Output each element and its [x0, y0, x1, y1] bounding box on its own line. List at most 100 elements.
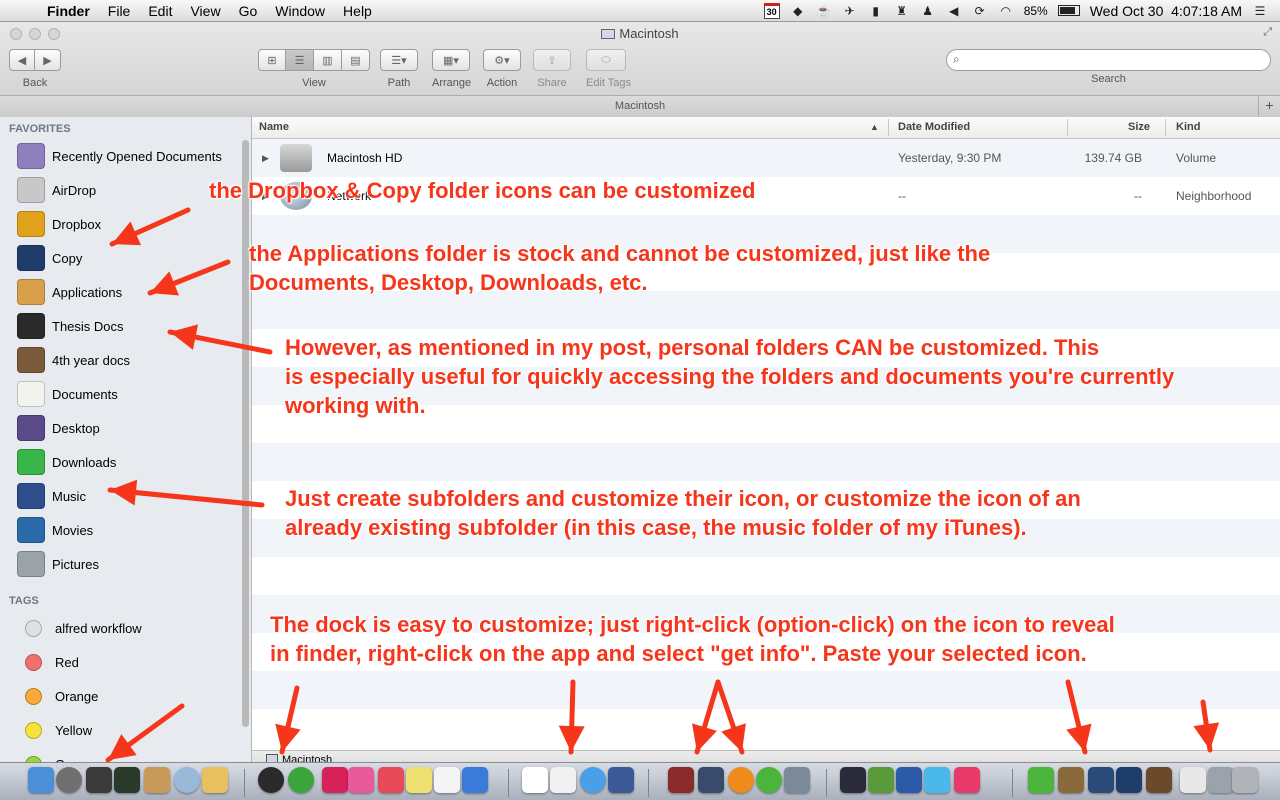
edit-tags-button[interactable]: ⬭ — [586, 49, 626, 71]
briefcase-folder-icon[interactable] — [1058, 767, 1084, 793]
documents-stack-icon[interactable] — [1180, 767, 1206, 793]
date-column-header[interactable]: Date Modified — [898, 121, 970, 133]
tag-item-red[interactable]: Red — [0, 645, 251, 679]
copy-folder-icon[interactable] — [1116, 767, 1142, 793]
utorrent-folder-icon[interactable] — [1028, 767, 1054, 793]
books-folder-icon[interactable] — [1146, 767, 1172, 793]
arrange-button[interactable]: ▦▾ — [432, 49, 470, 71]
sync-status-icon[interactable]: ⟳ — [972, 4, 988, 18]
list-view-button[interactable]: ☰ — [286, 49, 314, 71]
forward-button[interactable]: ▶ — [35, 49, 61, 71]
photo-app-icon[interactable] — [202, 767, 228, 793]
user-status-icon[interactable]: ♟ — [920, 4, 936, 18]
facebook-icon[interactable] — [608, 767, 634, 793]
name-column-header[interactable]: Name — [259, 121, 289, 133]
fullscreen-icon[interactable]: ⤢ — [1263, 26, 1272, 39]
calendar-status-icon[interactable]: 30 — [763, 2, 780, 19]
coverflow-view-button[interactable]: ▤ — [342, 49, 370, 71]
menu-file[interactable]: File — [99, 0, 140, 22]
volume-status-icon[interactable]: ◀ — [946, 4, 962, 18]
menu-edit[interactable]: Edit — [139, 0, 181, 22]
tag-item-alfred-workflow[interactable]: alfred workflow — [0, 611, 251, 645]
network-folder-icon[interactable] — [698, 767, 724, 793]
network-radar-icon[interactable] — [174, 767, 200, 793]
sidebar-item-recently-opened-documents[interactable]: Recently Opened Documents — [0, 139, 251, 173]
tag-item-orange[interactable]: Orange — [0, 679, 251, 713]
dropbox-status-icon[interactable]: ◆ — [790, 4, 806, 18]
menu-go[interactable]: Go — [230, 0, 267, 22]
dock-separator — [826, 769, 827, 797]
activity-monitor-icon[interactable] — [114, 767, 140, 793]
menu-finder[interactable]: Finder — [38, 0, 99, 22]
sidebar-item-label: Movies — [52, 522, 94, 538]
messages-icon[interactable] — [580, 767, 606, 793]
view-group: ⊞ ☰ ▥ ▤ View — [258, 49, 370, 89]
share-button[interactable]: ⇪ — [533, 49, 571, 71]
table-row[interactable]: ▶ Macintosh HD Yesterday, 9:30 PM 139.74 GB… — [252, 139, 1280, 177]
new-tab-button[interactable]: + — [1258, 95, 1280, 117]
save-app-icon[interactable] — [462, 767, 488, 793]
screenshot-icon[interactable] — [840, 767, 866, 793]
menu-window[interactable]: Window — [266, 0, 334, 22]
sidebar-item-movies[interactable]: Movies — [0, 513, 251, 547]
action-button[interactable]: ⚙▾ — [483, 49, 521, 71]
coffee-cup-status-icon[interactable]: ☕ — [816, 4, 832, 18]
calendar-icon[interactable] — [522, 767, 548, 793]
word-icon[interactable] — [896, 767, 922, 793]
downloads-stack-icon[interactable] — [1208, 767, 1234, 793]
sidebar-item-4th-year-docs[interactable]: 4th year docs — [0, 343, 251, 377]
sidebar-item-music[interactable]: Music — [0, 479, 251, 513]
sidebar-item-downloads[interactable]: Downloads — [0, 445, 251, 479]
sidebar-item-thesis-docs[interactable]: Thesis Docs — [0, 309, 251, 343]
battery-icon[interactable] — [1057, 5, 1080, 16]
pocket-icon[interactable] — [378, 767, 404, 793]
film-folder-icon[interactable] — [1088, 767, 1114, 793]
computer-icon — [601, 29, 616, 39]
bookmark-status-icon[interactable]: ▮ — [868, 4, 884, 18]
tag-item-yellow[interactable]: Yellow — [0, 713, 251, 747]
column-view-button[interactable]: ▥ — [314, 49, 342, 71]
photo-booth-icon[interactable] — [668, 767, 694, 793]
cloud-app-icon[interactable] — [924, 767, 950, 793]
star-app-icon[interactable] — [348, 767, 374, 793]
colorful-wheel-icon[interactable] — [288, 767, 314, 793]
action-group: ⚙▾ Action — [483, 49, 521, 89]
alfred-hat-status-icon[interactable]: ♜ — [894, 4, 910, 18]
sidebar-item-pictures[interactable]: Pictures — [0, 547, 251, 581]
sidebar-item-documents[interactable]: Documents — [0, 377, 251, 411]
stickies-icon[interactable] — [406, 767, 432, 793]
back-button[interactable]: ◀ — [9, 49, 35, 71]
menu-view[interactable]: View — [181, 0, 229, 22]
finder-icon[interactable] — [28, 767, 54, 793]
unicode-u-icon[interactable] — [322, 767, 348, 793]
size-column-header[interactable]: Size — [1128, 121, 1150, 133]
clock-icon[interactable] — [258, 767, 284, 793]
search-input[interactable]: ⌕ — [946, 49, 1271, 71]
kind-column-header[interactable]: Kind — [1176, 121, 1200, 133]
tools-icon[interactable] — [784, 767, 810, 793]
archive-box-icon[interactable] — [144, 767, 170, 793]
tag-label: alfred workflow — [55, 620, 142, 636]
launchpad-icon[interactable] — [56, 767, 82, 793]
trash-icon[interactable] — [1232, 767, 1258, 793]
clock-datetime[interactable]: Wed Oct 30 4:07:18 AM — [1090, 3, 1242, 19]
shield-icon[interactable] — [868, 767, 894, 793]
notification-list-icon[interactable]: ☰ — [1252, 4, 1268, 18]
preview-icon[interactable] — [86, 767, 112, 793]
wifi-status-icon[interactable]: ◠ — [998, 4, 1014, 18]
notes-icon[interactable] — [434, 767, 460, 793]
sidebar-item-desktop[interactable]: Desktop — [0, 411, 251, 445]
lips-app-icon[interactable] — [954, 767, 980, 793]
vlc-icon[interactable] — [728, 767, 754, 793]
disclosure-triangle-icon[interactable]: ▶ — [262, 139, 269, 177]
sidebar-item-copy[interactable]: Copy — [0, 241, 251, 275]
path-button[interactable]: ☰▾ — [380, 49, 418, 71]
sidebar-scrollbar[interactable] — [242, 140, 249, 727]
sidebar-item-dropbox[interactable]: Dropbox — [0, 207, 251, 241]
icon-view-button[interactable]: ⊞ — [258, 49, 286, 71]
utorrent-icon[interactable] — [756, 767, 782, 793]
sidebar-item-applications[interactable]: Applications — [0, 275, 251, 309]
copy-status-icon[interactable]: ✈ — [842, 4, 858, 18]
mail-icon[interactable] — [550, 767, 576, 793]
menu-help[interactable]: Help — [334, 0, 381, 22]
